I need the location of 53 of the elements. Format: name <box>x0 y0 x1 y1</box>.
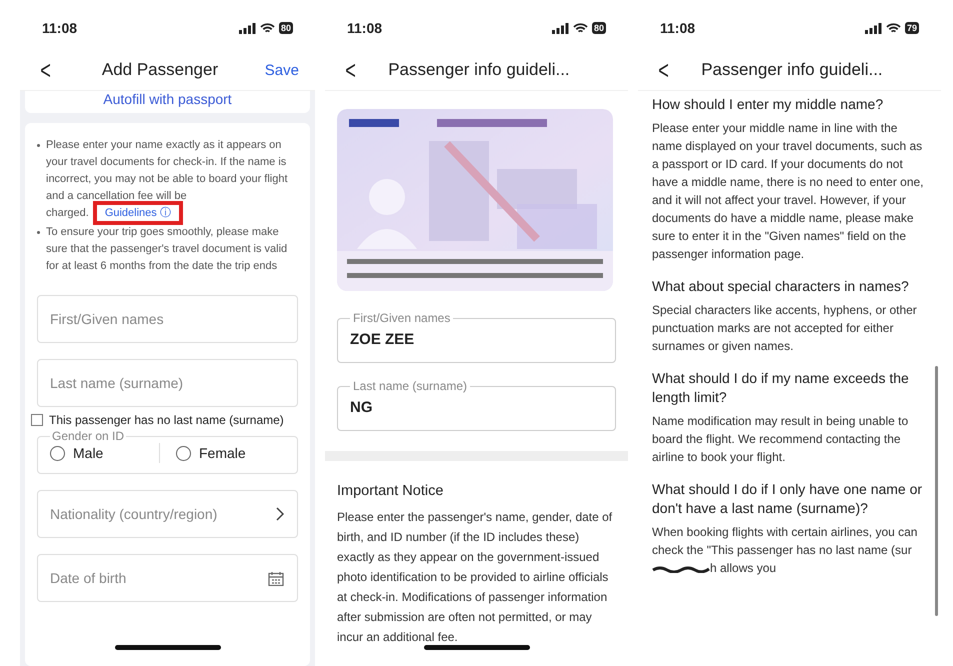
calendar-icon <box>268 571 284 586</box>
back-button[interactable]: < <box>36 57 56 83</box>
name-field[interactable]: First/Given names ZOE ZEE <box>337 311 616 363</box>
screen-title: Add Passenger <box>100 60 220 80</box>
signal-icon <box>238 22 256 34</box>
notice-text: Please enter the passenger's name, gender, date of birth, and ID number (if the ID includes these) exactly as they appear on the government-issued photo identification to be provided to airline officials at check-in. Modifications of passenger information after submission are often not permitted, or may incur an additional fee. <box>337 509 614 646</box>
battery-level: 80 <box>278 22 293 34</box>
checkbox[interactable] <box>31 414 43 426</box>
autofill-link[interactable]: Autofill with passport <box>25 91 310 113</box>
field-label: Last name (surname) <box>352 379 468 393</box>
checkbox-label: This passenger has no last name (surname) <box>49 413 284 427</box>
date-of-birth-field[interactable]: Date of birth <box>37 554 298 602</box>
gender-option[interactable]: Male <box>50 443 159 463</box>
first-name-field[interactable]: First/Given names <box>37 295 298 343</box>
scribble-mark <box>652 564 710 573</box>
faq-question: What should I do if my name exceeds the length limit? <box>652 369 910 407</box>
screen-title: Passenger info guideli... <box>387 60 571 80</box>
guidelines-link[interactable]: Guidelines ⓘ <box>92 201 183 225</box>
faq-question: How should I enter my middle name? <box>652 95 884 114</box>
status-time: 11:08 <box>660 20 696 36</box>
wifi-icon <box>886 22 901 34</box>
note-text: Please enter your name exactly as it appears on your travel documents for check-in. If the name is incorrect, you may not be able to board your flight and a cancellation fee will be charged. Guidelines ⓘ <box>46 137 298 222</box>
bullet-dot <box>37 144 40 147</box>
wifi-icon <box>572 22 588 34</box>
faq-question: What about special characters in names? <box>652 277 910 296</box>
screen-title: Passenger info guideli... <box>700 60 884 80</box>
battery-level: 79 <box>904 22 919 34</box>
field-value: ZOE ZEE <box>350 330 414 350</box>
faq-answer: Please enter your middle name in line with the name displayed on your travel documents, such as a passport or ID card. If your documents do not have a middle name, there is no need to enter one, and it will not affect your travel. However, if your documents do have a middle name, please make sure to enter it in the "Given names" field on the passenger information page. <box>652 121 924 261</box>
back-button[interactable]: < <box>654 57 674 83</box>
nationality-field[interactable]: Nationality (country/region) <box>37 490 298 538</box>
note-text: To ensure your trip goes smoothly, please make sure that the passenger's travel document is valid for at least 6 months from the date the trip ends <box>46 225 288 274</box>
status-time: 11:08 <box>42 20 78 36</box>
faq-answer: h allows you <box>710 561 776 575</box>
gender-legend: Gender on ID <box>50 429 126 443</box>
bullet-dot <box>37 231 40 234</box>
battery-level: 80 <box>592 22 606 34</box>
notice-heading: Important Notice <box>337 482 444 501</box>
faq-question: What should I do if I only have one name or don't have a last name (surname)? <box>652 480 924 518</box>
wifi-icon <box>260 22 275 34</box>
last-name-field[interactable]: Last name (surname) <box>37 359 298 407</box>
faq-answer: Special characters like accents, hyphens, or other punctuation marks are not accepted for either surnames or given names. <box>652 303 917 353</box>
field-value: NG <box>350 398 372 418</box>
name-field[interactable]: Last name (surname) NG <box>337 379 616 431</box>
gender-option[interactable]: Female <box>159 443 285 463</box>
signal-icon <box>552 22 569 34</box>
status-time: 11:08 <box>347 20 382 36</box>
faq-answer: Name modification may result in being unable to board the flight. We recommend contacting the airline to book your flight. <box>652 414 908 464</box>
back-button[interactable]: < <box>341 57 360 83</box>
chevron-right-icon <box>276 507 284 521</box>
signal-icon <box>864 22 882 34</box>
save-button[interactable]: Save <box>260 62 303 78</box>
field-label: First/Given names <box>352 311 452 325</box>
